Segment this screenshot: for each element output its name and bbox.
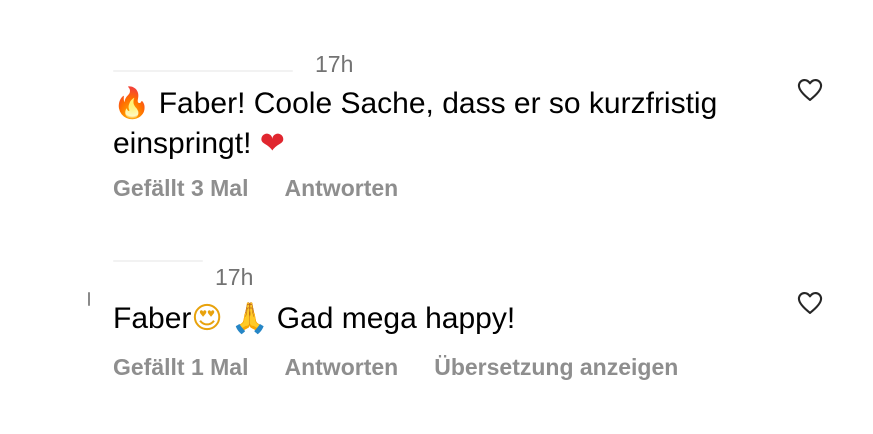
show-translation-button[interactable]: Übersetzung anzeigen: [434, 356, 678, 379]
heart-eyes-emoji: 😍: [191, 301, 223, 336]
comment-author-redacted[interactable]: [113, 70, 293, 72]
comment-timestamp: 17h: [315, 51, 354, 77]
comment-text-end: Gad mega happy!: [276, 302, 516, 335]
comment-text-line2: einspringt!: [113, 127, 252, 160]
comment-timestamp: 17h: [215, 264, 254, 290]
folded-hands-emoji: 🙏: [231, 301, 269, 336]
comment-text: Faber😍 🙏 Gad mega happy!: [113, 299, 773, 339]
comment-text-line1: Faber! Coole Sache, dass er so kurzfrist…: [158, 87, 718, 120]
reply-button[interactable]: Antworten: [284, 177, 398, 200]
likes-count-button[interactable]: Gefällt 1 Mal: [113, 356, 248, 379]
likes-count-button[interactable]: Gefällt 3 Mal: [113, 177, 248, 200]
reply-button[interactable]: Antworten: [284, 356, 398, 379]
comment-2: 17h Faber😍 🙏 Gad mega happy! Gefällt 1 M…: [0, 220, 873, 434]
fire-emoji: 🔥: [113, 86, 151, 121]
comment-text-start: Faber: [113, 302, 192, 335]
like-button[interactable]: [795, 289, 825, 317]
red-heart-emoji: ❤: [259, 126, 285, 161]
avatar[interactable]: [88, 292, 90, 306]
comment-actions: Gefällt 1 Mal Antworten Übersetzung anze…: [113, 356, 678, 379]
like-button[interactable]: [795, 76, 825, 104]
comment-actions: Gefällt 3 Mal Antworten: [113, 177, 398, 200]
comment-text: 🔥 Faber! Coole Sache, dass er so kurzfri…: [113, 84, 773, 164]
heart-outline-icon: [797, 292, 823, 314]
comment-1: 17h 🔥 Faber! Coole Sache, dass er so kur…: [0, 0, 873, 220]
comment-author-redacted[interactable]: [113, 260, 203, 262]
heart-outline-icon: [797, 79, 823, 101]
